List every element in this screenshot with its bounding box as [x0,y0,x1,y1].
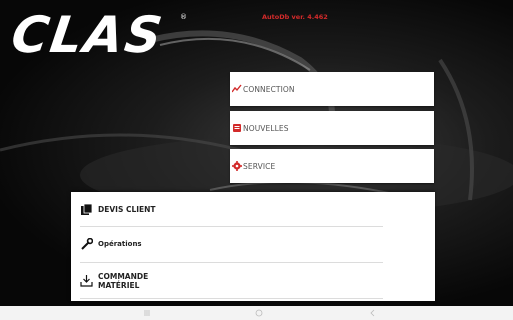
action-label: DEVIS CLIENT [98,204,156,214]
recent-apps-button[interactable] [140,309,154,319]
home-button[interactable] [252,309,266,319]
action-label-group: COMMANDE MATÉRIEL [93,272,148,290]
back-button[interactable] [366,309,380,319]
action-commande-materiel[interactable]: COMMANDE MATÉRIEL [80,263,383,299]
menu-item-label: SERVICE [243,161,276,171]
back-icon [370,309,375,317]
registered-mark: ® [180,13,187,21]
menu-item-label: NOUVELLES [243,123,289,133]
trend-line-icon [232,84,242,94]
clas-logo: CLAS [7,6,168,64]
version-label: AutoDb ver. 4.462 [262,13,328,21]
actions-panel: DEVIS CLIENT Opérations COMMANDE MATÉRIE… [71,192,435,301]
action-devis-client[interactable]: DEVIS CLIENT [80,192,383,227]
menu-item-service[interactable]: SERVICE [230,149,434,183]
app-screen: CLAS ® AutoDb ver. 4.462 CONNECTION NOUV… [0,0,513,306]
menu-item-nouvelles[interactable]: NOUVELLES [230,111,434,145]
copy-documents-icon [80,203,93,216]
gear-icon [232,161,242,171]
download-tray-icon [80,274,93,287]
action-operations[interactable]: Opérations [80,227,383,263]
action-label-line1: COMMANDE [98,271,149,281]
menu-item-label: CONNECTION [243,84,295,94]
home-icon [255,309,263,317]
action-label: Opérations [98,240,142,248]
action-label-line2: MATÉRIEL [98,280,140,290]
wrench-icon [80,238,93,251]
recent-apps-icon [144,310,150,316]
news-icon [232,123,242,133]
menu-item-connection[interactable]: CONNECTION [230,72,434,106]
system-nav-bar [0,306,513,320]
